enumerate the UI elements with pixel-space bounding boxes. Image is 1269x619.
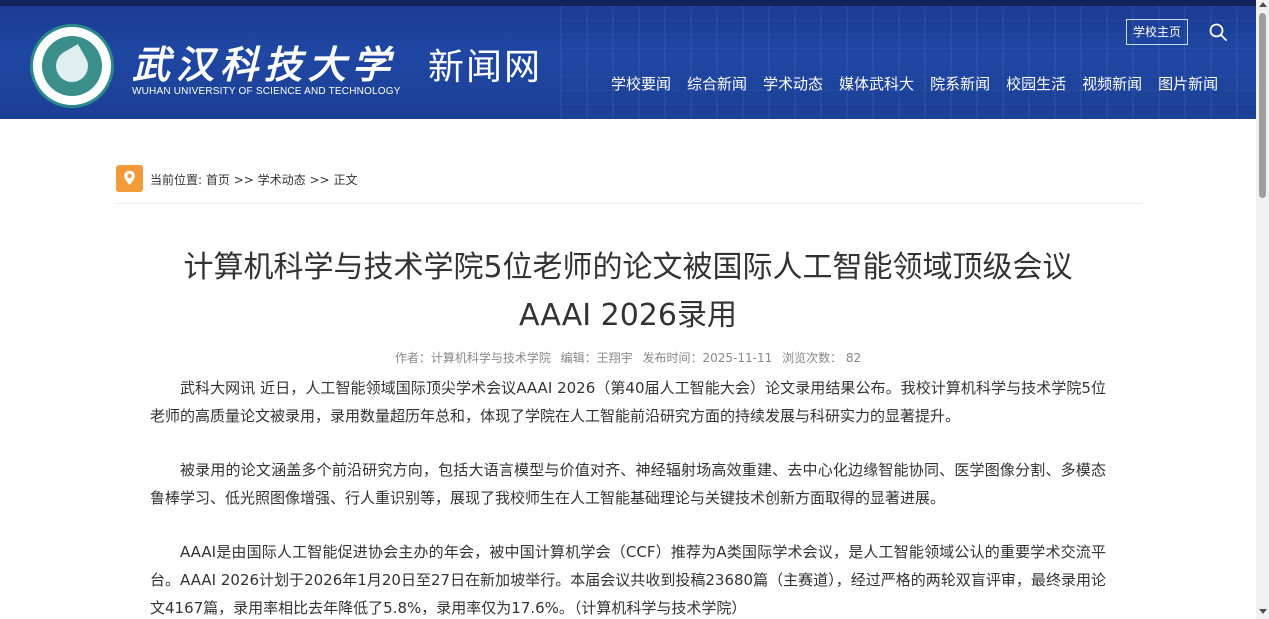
scroll-up-arrow-icon[interactable]: [1259, 2, 1267, 7]
school-name-cn: 武汉科技大学: [132, 42, 397, 87]
nav-item-school-news[interactable]: 学校要闻: [611, 73, 671, 94]
nav-item-campus-life[interactable]: 校园生活: [1006, 73, 1066, 94]
page-scrollbar[interactable]: [1256, 0, 1269, 619]
breadcrumb-separator: >>: [309, 173, 330, 187]
article-editor: 编辑：王翔宇: [560, 351, 633, 365]
breadcrumb-separator: >>: [233, 173, 254, 187]
scroll-down-arrow-icon[interactable]: [1259, 609, 1267, 614]
article-paragraph: 被录用的论文涵盖多个前沿研究方向，包括大语言模型与价值对齐、神经辐射场高效重建、…: [150, 461, 1106, 507]
article-paragraph: 武科大网讯 近日，人工智能领域国际顶尖学术会议AAAI 2026（第40届人工智…: [150, 379, 1106, 425]
site-title[interactable]: 新闻网: [428, 38, 542, 90]
search-icon[interactable]: [1208, 22, 1228, 42]
nav-item-department-news[interactable]: 院系新闻: [930, 73, 990, 94]
article-body: 武科大网讯 近日，人工智能领域国际顶尖学术会议AAAI 2026（第40届人工智…: [150, 374, 1106, 619]
article-title: 计算机科学与技术学院5位老师的论文被国际人工智能领域顶级会议 AAAI 2026…: [150, 244, 1106, 340]
article-views: 浏览次数： 82: [782, 351, 862, 365]
logo-swoosh-icon: [50, 44, 94, 88]
breadcrumb-text: 当前位置: 首页 >> 学术动态 >> 正文: [150, 171, 357, 188]
nav-item-general-news[interactable]: 综合新闻: [687, 73, 747, 94]
scroll-thumb[interactable]: [1259, 13, 1266, 198]
logo-emblem: [42, 36, 102, 96]
article-date: 发布时间：2025-11-11: [642, 351, 773, 365]
nav-item-video-news[interactable]: 视频新闻: [1082, 73, 1142, 94]
breadcrumb-label: 当前位置:: [150, 173, 203, 187]
article-meta: 作者：计算机科学与技术学院 编辑：王翔宇 发布时间：2025-11-11 浏览次…: [150, 349, 1106, 366]
article-title-line: 计算机科学与技术学院5位老师的论文被国际人工智能领域顶级会议: [183, 250, 1073, 285]
university-logo[interactable]: [30, 24, 114, 108]
breadcrumb-current: 正文: [333, 173, 358, 187]
article-paragraph: AAAI是由国际人工智能促进协会主办的年会，被中国计算机学会（CCF）推荐为A类…: [150, 543, 1106, 617]
nav-item-media[interactable]: 媒体武科大: [839, 73, 914, 94]
nav-item-academic[interactable]: 学术动态: [763, 73, 823, 94]
location-pin-icon: [124, 170, 135, 185]
breadcrumb-section-link[interactable]: 学术动态: [258, 173, 306, 187]
breadcrumb-home-link[interactable]: 首页: [206, 173, 230, 187]
school-name-en: WUHAN UNIVERSITY OF SCIENCE AND TECHNOLO…: [132, 86, 401, 97]
site-header: 武汉科技大学 WUHAN UNIVERSITY OF SCIENCE AND T…: [0, 0, 1256, 119]
article-title-line: AAAI 2026录用: [519, 298, 737, 333]
breadcrumb: 当前位置: 首页 >> 学术动态 >> 正文: [116, 164, 1142, 204]
main-nav: 学校要闻 综合新闻 学术动态 媒体武科大 院系新闻 校园生活 视频新闻 图片新闻: [611, 73, 1218, 94]
nav-item-photo-news[interactable]: 图片新闻: [1158, 73, 1218, 94]
location-badge: [116, 165, 143, 192]
article-author: 作者：计算机科学与技术学院: [394, 351, 551, 365]
school-homepage-button[interactable]: 学校主页: [1126, 19, 1188, 45]
